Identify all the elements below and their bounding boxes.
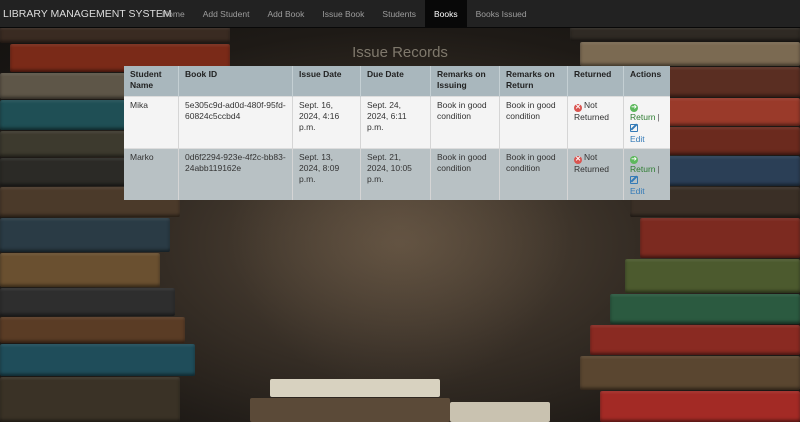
cell-remarks-return: Book in good condition [499,148,568,200]
cell-remarks-issuing: Book in good condition [430,96,500,149]
nav-issue-book[interactable]: Issue Book [313,0,373,27]
brand-title[interactable]: LIBRARY MANAGEMENT SYSTEM [0,8,172,20]
floor-book [450,402,550,422]
edit-icon[interactable] [630,176,638,184]
col-remarks-return: Remarks on Return [499,66,568,97]
cell-remarks-issuing: Book in good condition [430,148,500,200]
nav-home[interactable]: Home [153,0,194,27]
col-issue-date: Issue Date [292,66,361,97]
edit-icon[interactable] [630,124,638,132]
nav-add-student[interactable]: Add Student [194,0,259,27]
edit-link[interactable]: Edit [630,186,645,196]
table-header-row: Student Name Book ID Issue Date Due Date… [124,66,670,97]
col-actions: Actions [623,66,670,97]
nav-students[interactable]: Students [373,0,425,27]
cell-student: Marko [124,148,179,200]
cell-remarks-return: Book in good condition [499,96,568,149]
x-circle-icon: ✕ [574,104,582,112]
cell-due-date: Sept. 24, 2024, 6:11 p.m. [360,96,431,149]
cell-due-date: Sept. 21, 2024, 10:05 p.m. [360,148,431,200]
action-separator: | [657,164,660,174]
cell-actions: ➜Return | Edit [623,96,670,149]
col-remarks-issuing: Remarks on Issuing [430,66,500,97]
col-returned: Returned [567,66,624,97]
floor-book [270,379,440,397]
nav-books-issued[interactable]: Books Issued [467,0,536,27]
cell-actions: ➜Return | Edit [623,148,670,200]
return-link[interactable]: Return [630,164,656,174]
cell-student: Mika [124,96,179,149]
return-link[interactable]: Return [630,112,656,122]
col-student-name: Student Name [124,66,179,97]
arrow-circle-right-icon[interactable]: ➜ [630,104,638,112]
issue-records-table: Student Name Book ID Issue Date Due Date… [124,66,670,200]
action-separator: | [657,112,660,122]
cell-returned: ✕ Not Returned [567,96,624,149]
table-row: Mika 5e305c9d-ad0d-480f-95fd-60824c5ccbd… [124,96,670,149]
table-row: Marko 0d6f2294-923e-4f2c-bb83-24abb11916… [124,148,670,200]
cell-returned: ✕ Not Returned [567,148,624,200]
nav-add-book[interactable]: Add Book [258,0,313,27]
floor-book [250,398,450,422]
arrow-circle-right-icon[interactable]: ➜ [630,156,638,164]
x-circle-icon: ✕ [574,156,582,164]
edit-link[interactable]: Edit [630,134,645,144]
cell-issue-date: Sept. 16, 2024, 4:16 p.m. [292,96,361,149]
page-title: Issue Records [352,44,448,61]
cell-book-id: 5e305c9d-ad0d-480f-95fd-60824c5ccbd4 [178,96,293,149]
nav-books[interactable]: Books [424,0,467,27]
cell-issue-date: Sept. 13, 2024, 8:09 p.m. [292,148,361,200]
cell-book-id: 0d6f2294-923e-4f2c-bb83-24abb119162e [178,148,293,200]
top-navbar: LIBRARY MANAGEMENT SYSTEM Home Add Stude… [0,0,800,28]
col-due-date: Due Date [360,66,431,97]
col-book-id: Book ID [178,66,293,97]
